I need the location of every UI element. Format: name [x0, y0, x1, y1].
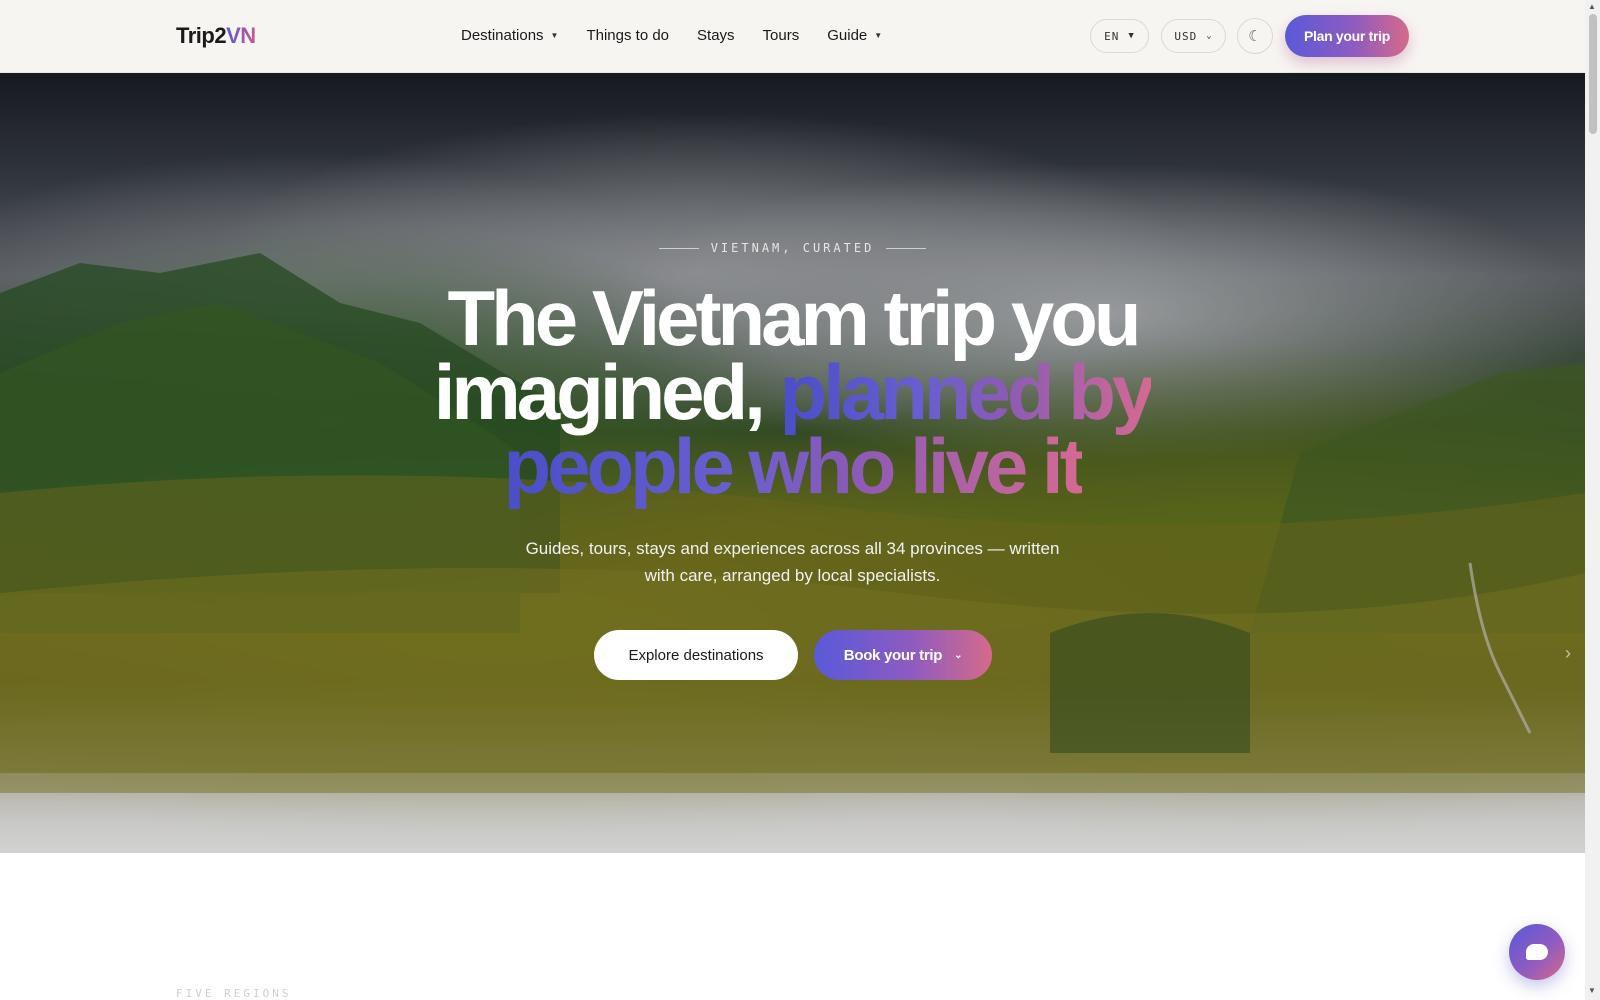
book-your-trip-button[interactable]: Book your trip ⌄	[814, 630, 992, 680]
theme-toggle-button[interactable]: ☾	[1237, 18, 1273, 54]
logo[interactable]: Trip2VN	[176, 23, 256, 49]
site-header: Trip2VN Destinations ▼ Things to do Stays…	[0, 0, 1585, 73]
chevron-down-icon: ⌄	[954, 649, 963, 661]
plan-your-trip-button[interactable]: Plan your trip	[1285, 15, 1409, 57]
scroll-up-arrow-icon[interactable]: ▲	[1588, 2, 1596, 11]
scrollbar-thumb[interactable]	[1589, 14, 1597, 134]
hero-section: VIETNAM, CURATED The Vietnam trip you im…	[0, 73, 1585, 853]
nav-guide[interactable]: Guide ▼	[827, 27, 882, 44]
chat-bubble-icon	[1526, 944, 1548, 960]
caret-down-icon: ▼	[550, 31, 559, 40]
scroll-down-arrow-icon[interactable]: ▼	[1588, 986, 1596, 995]
hero-eyebrow: VIETNAM, CURATED	[0, 241, 1585, 255]
chevron-down-icon: ⌄	[1206, 31, 1213, 41]
nav-things-to-do[interactable]: Things to do	[586, 27, 669, 44]
chevron-right-icon[interactable]: ›	[1565, 643, 1571, 664]
triangle-down-icon: ▼	[1128, 31, 1135, 41]
moon-icon: ☾	[1248, 28, 1262, 45]
nav-stays[interactable]: Stays	[697, 27, 735, 44]
chat-button[interactable]	[1509, 924, 1565, 980]
main-nav: Destinations ▼ Things to do Stays Tours G…	[461, 27, 882, 44]
divider	[658, 248, 699, 249]
currency-select[interactable]: USD ⌄	[1161, 19, 1226, 53]
divider	[886, 248, 927, 249]
caret-down-icon: ▼	[874, 31, 883, 40]
section-eyebrow: FIVE REGIONS	[176, 987, 292, 1000]
hero-content: VIETNAM, CURATED The Vietnam trip you im…	[0, 73, 1585, 853]
nav-tours[interactable]: Tours	[763, 27, 800, 44]
language-select[interactable]: EN ▼	[1090, 19, 1149, 53]
explore-destinations-button[interactable]: Explore destinations	[594, 630, 798, 680]
nav-destinations[interactable]: Destinations ▼	[461, 27, 558, 44]
scrollbar[interactable]: ▲ ▼	[1585, 0, 1600, 1000]
hero-subtitle: Guides, tours, stays and experiences acr…	[525, 539, 1060, 585]
hero-headline: The Vietnam trip you imagined, planned b…	[433, 274, 1155, 510]
